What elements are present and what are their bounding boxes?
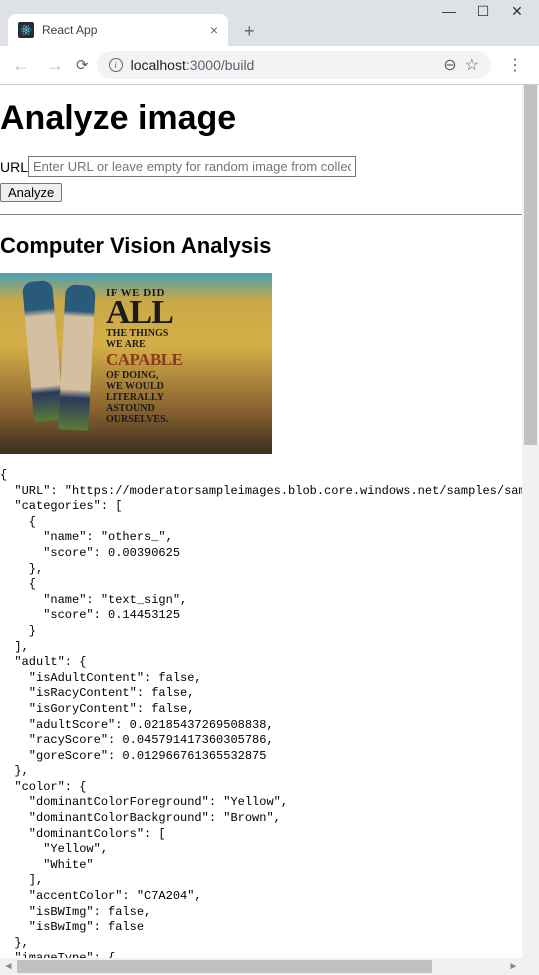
tab-close-icon[interactable]: × — [210, 22, 218, 38]
vertical-scrollbar[interactable] — [522, 85, 539, 958]
page-viewport: Analyze image URL Analyze Computer Visio… — [0, 85, 539, 975]
address-bar: ← → ⟳ i localhost:3000/build ⊖ ☆ ⋮ — [0, 46, 539, 84]
url-input-box[interactable]: i localhost:3000/build ⊖ ☆ — [97, 51, 491, 79]
browser-tab[interactable]: React App × — [8, 14, 228, 46]
close-window-icon[interactable]: ✕ — [511, 5, 523, 17]
maximize-icon[interactable]: ☐ — [477, 5, 489, 17]
scroll-corner — [522, 958, 539, 975]
horizontal-scrollbar[interactable]: ◄ ► — [0, 958, 522, 975]
url-label: URL — [0, 159, 28, 175]
zoom-icon[interactable]: ⊖ — [443, 55, 456, 75]
window-controls: — ☐ ✕ — [443, 5, 523, 17]
site-info-icon[interactable]: i — [109, 58, 123, 72]
url-text: localhost:3000/build — [131, 57, 436, 73]
bookmark-star-icon[interactable]: ☆ — [465, 55, 479, 75]
scroll-right-arrow[interactable]: ► — [505, 958, 522, 975]
url-input-row: URL — [0, 156, 539, 177]
json-output: { "URL": "https://moderatorsampleimages.… — [0, 468, 539, 975]
image-url-input[interactable] — [28, 156, 356, 177]
window-title-bar: — ☐ ✕ — [0, 0, 539, 10]
back-button[interactable]: ← — [8, 51, 34, 80]
forward-button[interactable]: → — [42, 51, 68, 80]
browser-chrome: — ☐ ✕ React App × + ← → ⟳ i localhost:30… — [0, 0, 539, 85]
react-favicon-icon — [18, 22, 34, 38]
horizontal-scroll-thumb[interactable] — [17, 960, 432, 973]
page-content: Analyze image URL Analyze Computer Visio… — [0, 99, 539, 975]
tab-title: React App — [42, 23, 202, 37]
horizontal-scroll-track[interactable] — [17, 958, 505, 975]
page-title: Analyze image — [0, 99, 539, 138]
image-quote-text: IF WE DID ALL THE THINGS WE ARE CAPABLE … — [106, 287, 256, 425]
reload-button[interactable]: ⟳ — [76, 56, 89, 74]
analyze-button[interactable]: Analyze — [0, 183, 62, 202]
vertical-scroll-thumb[interactable] — [524, 85, 537, 445]
scroll-left-arrow[interactable]: ◄ — [0, 958, 17, 975]
minimize-icon[interactable]: — — [443, 5, 455, 17]
browser-menu-button[interactable]: ⋮ — [499, 55, 531, 75]
analyzed-image: IF WE DID ALL THE THINGS WE ARE CAPABLE … — [0, 273, 272, 454]
section-heading: Computer Vision Analysis — [0, 233, 539, 259]
new-tab-button[interactable]: + — [238, 17, 261, 46]
divider — [0, 214, 539, 215]
